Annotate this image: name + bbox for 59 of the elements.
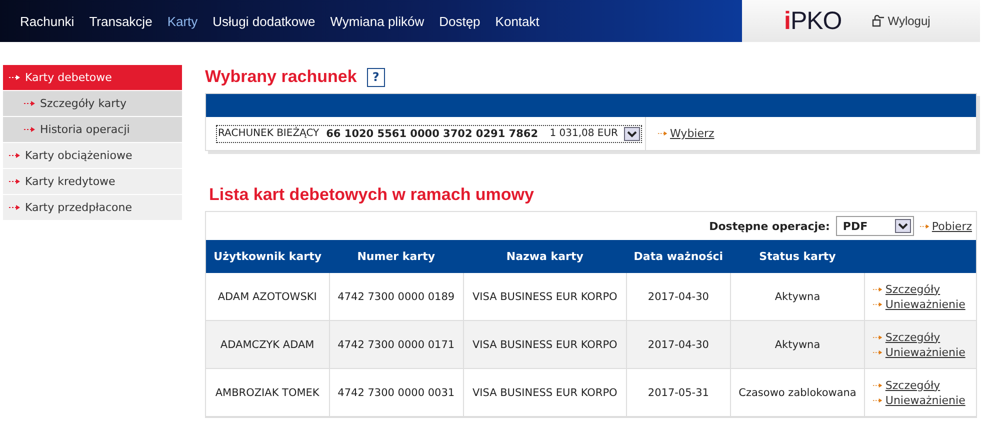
section-title: Wybrany rachunek: [205, 67, 357, 87]
row-action-link[interactable]: Szczegóły: [873, 282, 972, 296]
table-cell: Czasowo zablokowana: [730, 368, 865, 416]
logo: iPKO: [784, 6, 842, 36]
operations-label: Dostępne operacje:: [709, 220, 830, 232]
table-cell: 2017-04-30: [626, 320, 730, 368]
arrow-icon: [873, 396, 884, 404]
table-cell: ADAMCZYK ADAM: [206, 320, 330, 368]
select-link[interactable]: Wybierz: [658, 127, 714, 140]
top-menu-item[interactable]: Karty: [167, 14, 198, 28]
arrow-icon: [24, 100, 36, 107]
column-header: Numer karty: [329, 240, 464, 273]
arrow-icon: [9, 74, 21, 81]
account-dropdown[interactable]: RACHUNEK BIEŻĄCY 66 1020 5561 0000 3702 0291 7862 1 031,08 EUR: [216, 124, 642, 142]
arrow-icon: [9, 178, 21, 185]
arrow-icon: [873, 334, 884, 340]
table-cell: AMBROZIAK TOMEK: [206, 368, 330, 416]
row-action-link[interactable]: Unieważnienie: [873, 298, 972, 310]
column-header: Data ważności: [626, 240, 730, 273]
table-cell: VISA BUSINESS EUR KORPO: [463, 320, 627, 368]
top-menu-item[interactable]: Kontakt: [495, 14, 540, 28]
sidebar-item[interactable]: Karty debetowe: [3, 65, 182, 90]
row-action-link[interactable]: Unieważnienie: [873, 346, 972, 358]
top-menu-item[interactable]: Transakcje: [89, 14, 152, 28]
sidebar-subitem[interactable]: Historia operacji: [3, 117, 182, 142]
padlock-icon: [872, 15, 886, 27]
arrow-icon: [873, 348, 884, 356]
sidebar-item[interactable]: Karty przedpłacone: [3, 195, 182, 220]
sidebar-item[interactable]: Karty obciążeniowe: [3, 143, 182, 168]
top-menu-item[interactable]: Dostęp: [439, 14, 480, 28]
download-link[interactable]: Pobierz: [920, 220, 972, 232]
arrow-icon: [9, 152, 21, 159]
sidebar-item[interactable]: Karty kredytowe: [3, 169, 182, 194]
arrow-icon: [873, 300, 884, 308]
column-header: Użytkownik karty: [206, 240, 330, 273]
arrow-icon: [9, 204, 21, 211]
operation-dropdown[interactable]: PDF: [836, 216, 914, 236]
table-cell: Aktywna: [730, 320, 865, 368]
table-cell: 2017-05-31: [626, 368, 730, 416]
arrow-icon: [920, 222, 930, 230]
row-action-link[interactable]: Szczegóły: [873, 378, 972, 392]
arrow-icon: [658, 130, 668, 137]
arrow-icon: [873, 382, 884, 388]
top-menu-item[interactable]: Usługi dodatkowe: [212, 14, 316, 28]
logout-link[interactable]: Wyloguj: [872, 14, 930, 28]
top-menu-item[interactable]: Wymiana plików: [330, 14, 424, 28]
row-action-link[interactable]: Szczegóły: [873, 330, 972, 344]
section-title: Lista kart debetowych w ramach umowy: [209, 185, 535, 205]
top-menu-item[interactable]: Rachunki: [20, 14, 74, 28]
column-header: Nazwa karty: [463, 240, 627, 273]
arrow-icon: [873, 286, 884, 292]
table-cell: 4742 7300 0000 0031: [329, 368, 464, 416]
column-header: Status karty: [730, 240, 865, 273]
arrow-icon: [24, 126, 36, 133]
help-button[interactable]: ?: [366, 68, 385, 86]
table-cell: 4742 7300 0000 0171: [329, 320, 464, 368]
sidebar-subitem[interactable]: Szczegóły karty: [3, 91, 182, 116]
row-action-link[interactable]: Unieważnienie: [873, 394, 972, 406]
table-cell: VISA BUSINESS EUR KORPO: [463, 368, 627, 416]
